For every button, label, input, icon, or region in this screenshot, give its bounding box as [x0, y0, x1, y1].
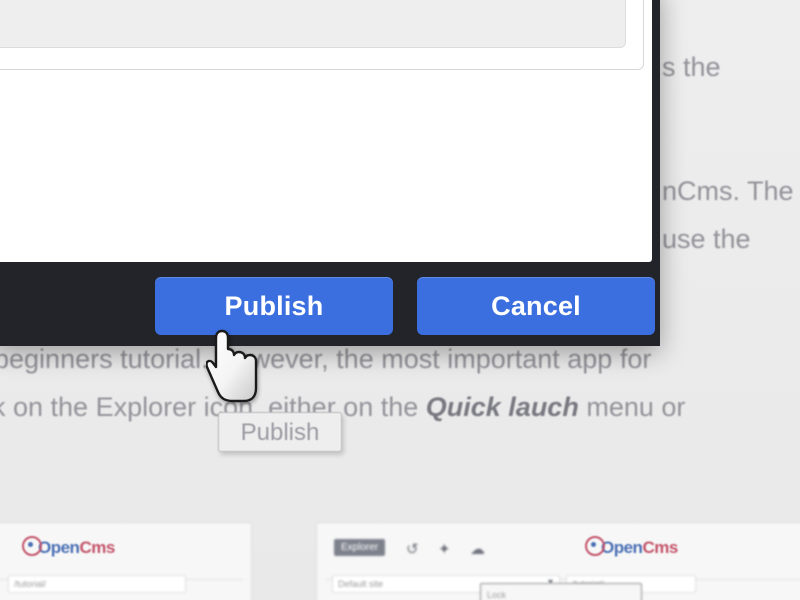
publish-dialog: Publish Cancel	[0, 0, 660, 346]
opencms-logo-left: OpenCms	[22, 536, 115, 558]
opencms-logo-suffix: Cms	[79, 538, 115, 557]
opencms-logo-right: OpenCms	[585, 536, 678, 558]
path-field-left[interactable]: /tutorial/	[8, 575, 186, 593]
opencms-logo-prefix: Open	[601, 538, 643, 557]
history-icon[interactable]: ↺	[406, 542, 419, 557]
cancel-button[interactable]: Cancel	[417, 277, 655, 335]
publish-button[interactable]: Publish	[155, 277, 393, 335]
background-text-line-5: k on the Explorer icon, either on the Qu…	[0, 392, 800, 422]
explorer-chip[interactable]: Explorer	[334, 539, 386, 556]
upload-icon[interactable]: ☁	[470, 542, 485, 557]
context-popup[interactable]: Lock	[480, 583, 642, 600]
background-text-line-3: use the	[662, 224, 751, 254]
publish-tooltip: Publish	[218, 412, 342, 452]
background-text-line-5-emphasis: Quick lauch	[425, 392, 579, 422]
dialog-content-area	[0, 0, 652, 262]
opencms-ring-icon	[585, 536, 605, 556]
background-text-line-5-post: menu or	[578, 392, 686, 422]
publish-tooltip-label: Publish	[240, 419, 320, 446]
background-text-line-2: nCms. The	[662, 176, 794, 206]
background-text-line-4: beginners tutorial. However, the most im…	[0, 344, 652, 374]
opencms-logo-suffix: Cms	[642, 538, 678, 557]
magic-wand-icon[interactable]: ✦	[438, 542, 451, 557]
background-text-line-1: s the	[662, 52, 721, 82]
dialog-inner-panel	[0, 0, 626, 48]
background-text-line-5-pre: k on the Explorer icon, either on the	[0, 392, 426, 422]
opencms-ring-icon	[22, 536, 42, 556]
opencms-logo-prefix: Open	[38, 538, 80, 557]
screenshot-root: s the nCms. The use the beginners tutori…	[0, 0, 800, 600]
